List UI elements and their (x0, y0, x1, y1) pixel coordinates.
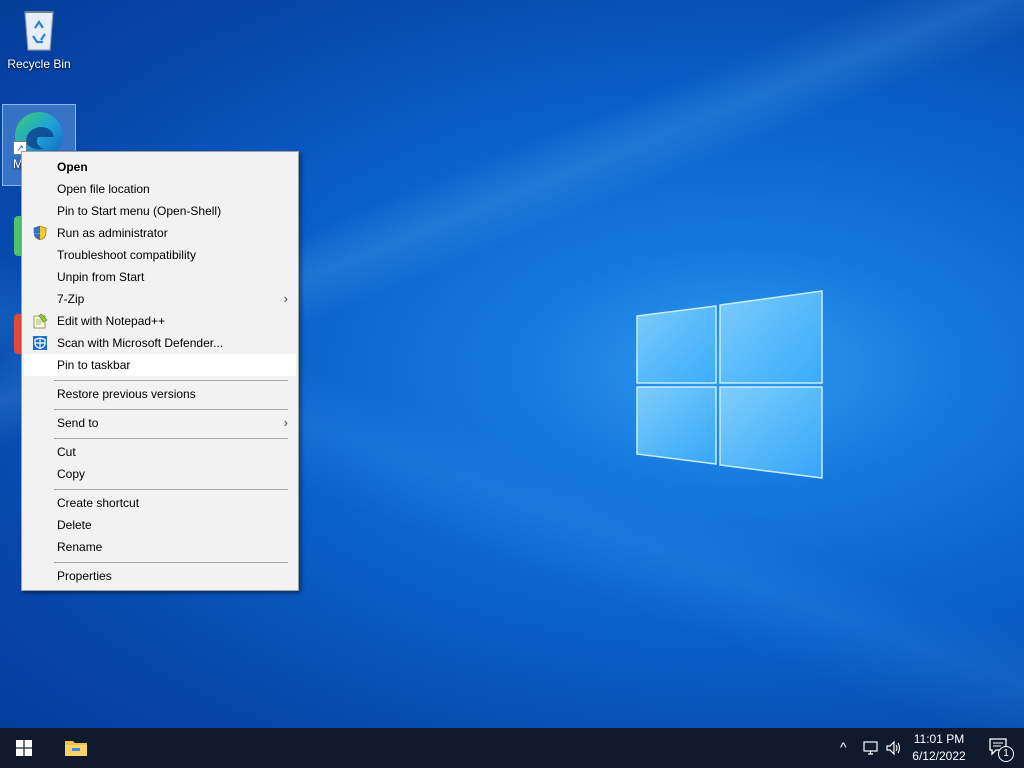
menu-item-open-file-location[interactable]: Open file location (24, 178, 296, 200)
menu-item-label: Restore previous versions (57, 387, 196, 401)
menu-item-restore-previous-versions[interactable]: Restore previous versions (24, 383, 296, 405)
menu-item-rename[interactable]: Rename (24, 536, 296, 558)
menu-item-label: Unpin from Start (57, 270, 145, 284)
defender-icon (33, 336, 47, 350)
taskbar-file-explorer-button[interactable] (52, 728, 100, 768)
context-menu: Open Open file location Pin to Start men… (21, 151, 299, 591)
show-hidden-icons-chevron-icon[interactable]: ^ (840, 739, 847, 755)
menu-item-label: Copy (57, 467, 86, 481)
windows-logo-wallpaper-icon (636, 290, 823, 479)
menu-item-scan-with-defender[interactable]: Scan with Microsoft Defender... (24, 332, 296, 354)
menu-item-label: 7-Zip (57, 292, 85, 306)
menu-item-label: Pin to Start menu (Open-Shell) (57, 204, 222, 218)
menu-item-label: Cut (57, 445, 76, 459)
menu-item-delete[interactable]: Delete (24, 514, 296, 536)
menu-item-label: Properties (57, 569, 112, 583)
desktop-icon-recycle-bin[interactable]: Recycle Bin (3, 6, 75, 71)
menu-item-pin-to-taskbar[interactable]: Pin to taskbar (24, 354, 296, 376)
windows-start-icon (16, 740, 32, 756)
file-explorer-icon (65, 741, 87, 756)
menu-item-7zip[interactable]: 7-Zip › (24, 288, 296, 310)
clock-time: 11:01 PM (913, 732, 965, 746)
menu-item-label: Delete (57, 518, 92, 532)
menu-item-label: Edit with Notepad++ (57, 314, 166, 328)
uac-shield-icon (33, 225, 47, 241)
menu-item-label: Create shortcut (57, 496, 140, 510)
menu-item-label: Run as administrator (57, 226, 168, 240)
taskbar-clock[interactable]: 11:01 PM 6/12/2022 (902, 731, 976, 765)
menu-item-edit-with-notepadpp[interactable]: Edit with Notepad++ (24, 310, 296, 332)
menu-item-label: Rename (57, 540, 103, 554)
taskbar: ^ 11:01 PM 6/12/2022 1 (0, 728, 1024, 768)
chevron-right-icon: › (283, 415, 288, 430)
recycle-bin-icon (24, 11, 54, 51)
menu-item-properties[interactable]: Properties (24, 565, 296, 587)
menu-separator (54, 489, 288, 490)
menu-item-cut[interactable]: Cut (24, 441, 296, 463)
menu-item-send-to[interactable]: Send to › (24, 412, 296, 434)
menu-separator (54, 562, 288, 563)
menu-item-open[interactable]: Open (24, 156, 296, 178)
notepad-plus-plus-icon (33, 313, 48, 329)
action-center-button[interactable]: 1 (978, 728, 1024, 768)
menu-item-pin-to-start-openshell[interactable]: Pin to Start menu (Open-Shell) (24, 200, 296, 222)
network-icon[interactable] (862, 740, 880, 756)
menu-item-run-as-administrator[interactable]: Run as administrator (24, 222, 296, 244)
menu-item-label: Open file location (57, 182, 150, 196)
menu-separator (54, 409, 288, 410)
menu-item-label: Scan with Microsoft Defender... (57, 336, 224, 350)
menu-separator (54, 380, 288, 381)
menu-item-troubleshoot-compatibility[interactable]: Troubleshoot compatibility (24, 244, 296, 266)
menu-item-label: Send to (57, 416, 99, 430)
start-button[interactable] (0, 728, 48, 768)
menu-item-label: Pin to taskbar (57, 358, 131, 372)
notification-count-badge: 1 (998, 746, 1014, 762)
menu-separator (54, 438, 288, 439)
menu-item-create-shortcut[interactable]: Create shortcut (24, 492, 296, 514)
desktop-icon-label: Recycle Bin (7, 57, 71, 71)
menu-item-label: Troubleshoot compatibility (57, 248, 196, 262)
clock-date: 6/12/2022 (912, 749, 966, 763)
chevron-right-icon: › (283, 291, 288, 306)
volume-icon[interactable] (885, 740, 903, 756)
menu-item-unpin-from-start[interactable]: Unpin from Start (24, 266, 296, 288)
menu-item-label: Open (57, 160, 88, 174)
menu-item-copy[interactable]: Copy (24, 463, 296, 485)
